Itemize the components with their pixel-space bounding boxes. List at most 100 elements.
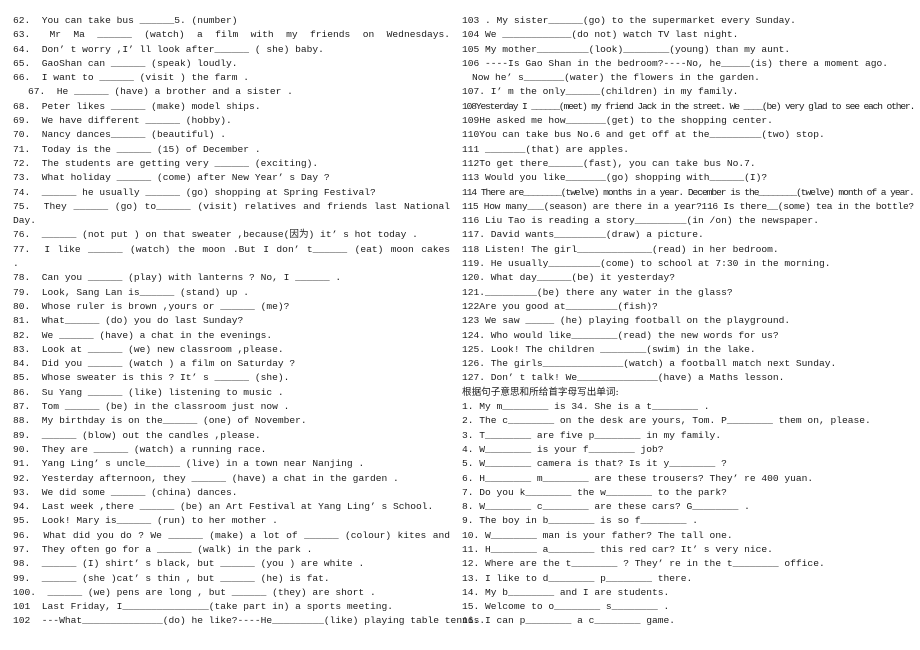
exercise-line: 16. I can p________ a c________ game. (462, 615, 676, 627)
exercise-text: Tom ______ (be) in the classroom just no… (41, 401, 290, 413)
exercise-line: 114 There are________(twelve) months in … (462, 186, 915, 198)
exercise-number: 86. (13, 386, 31, 398)
exercise-text: I like ______ (watch) the moon .But I do… (44, 243, 450, 255)
exercise-text: Day. (13, 215, 37, 227)
exercise-line: 73. What holiday ______ (come) after New… (13, 171, 450, 185)
exercise-line: 6. H________ m________ are these trouser… (462, 472, 814, 484)
right-column-exercises: 103 . My sister______(go) to the superma… (462, 14, 915, 629)
exercise-line: 94. Last week ,there ______ (be) an Art … (13, 500, 450, 514)
exercise-number: 78. (13, 272, 31, 284)
exercise-line: 125. Look! The children ________(swim) i… (462, 343, 756, 355)
exercise-line: 67. He ______ (have) a brother and a sis… (13, 85, 450, 99)
exercise-number: 63. (13, 29, 31, 41)
exercise-number: 92. (13, 472, 31, 484)
exercise-number: 90. (13, 443, 31, 455)
exercise-text: ______ (I) shirt’ s black, but ______ (y… (41, 558, 365, 570)
exercise-text: Today is the ______ (15) of December . (41, 143, 261, 155)
exercise-text: Peter likes ______ (make) model ships. (41, 100, 261, 112)
exercise-text: Last Friday, I_______________(take part … (41, 601, 393, 613)
exercise-text: Look at ______ (we) new classroom ,pleas… (41, 343, 284, 355)
exercise-number: 70. (13, 129, 31, 141)
exercise-line: 100. ______ (we) pens are long , but ___… (13, 586, 450, 600)
exercise-line: 106 ----Is Gao Shan in the bedroom?----N… (462, 57, 889, 69)
exercise-line: 115 How many___(season) are there in a y… (462, 200, 914, 212)
exercise-line: 89. ______ (blow) out the candles ,pleas… (13, 429, 450, 443)
exercise-number: 95. (13, 515, 31, 527)
exercise-line: 15. Welcome to o________ s________ . (462, 601, 670, 613)
exercise-number: 89. (13, 429, 31, 441)
exercise-line: 1. My m________ is 34. She is a t_______… (462, 401, 710, 413)
section-heading: 根据句子意思和所给首字母写出单词: (462, 386, 619, 398)
exercise-text: Don’ t worry ,I’ ll look after______ ( s… (41, 43, 324, 55)
exercise-number: 64. (13, 43, 31, 55)
exercise-line: 91. Yang Ling’ s uncle______ (live) in a… (13, 457, 450, 471)
exercise-number: 83. (13, 343, 31, 355)
exercise-number: 99. (13, 572, 31, 584)
exercise-text: What did you do ? We ______ (make) a lot… (43, 529, 450, 541)
exercise-line: 14. My b________ and I are students. (462, 586, 670, 598)
exercise-line: 82. We ______ (have) a chat in the eveni… (13, 329, 450, 343)
exercise-line: 9. The boy in b________ is so f________ … (462, 515, 699, 527)
exercise-number: 68. (13, 100, 31, 112)
exercise-text: Can you ______ (play) with lanterns ? No… (41, 272, 342, 284)
exercise-text: Look, Sang Lan is______ (stand) up . (41, 286, 250, 298)
exercise-number: 94. (13, 501, 31, 513)
exercise-text: You can take bus ______5. (number) (41, 15, 238, 26)
exercise-number: 85. (13, 372, 31, 384)
exercise-line: 86. Su Yang ______ (like) listening to m… (13, 386, 450, 400)
exercise-text: They often go for a ______ (walk) in the… (41, 543, 313, 555)
exercise-line: 105 My mother_________(look)________(you… (462, 43, 791, 55)
exercise-text: ______ (not put ) on that sweater ,becau… (41, 229, 418, 241)
exercise-line: 66. I want to ______ (visit ) the farm . (13, 71, 450, 85)
left-column-exercises: 62. You can take bus ______5. (number) 63… (13, 14, 485, 629)
exercise-text: Whose sweater is this ? It’ s ______ (sh… (41, 372, 290, 384)
exercise-number: 73. (13, 172, 31, 184)
exercise-line: 62. You can take bus ______5. (number) (13, 14, 450, 28)
exercise-number: 75. (13, 200, 31, 212)
exercise-line: 78. Can you ______ (play) with lanterns … (13, 271, 450, 285)
exercise-text: He ______ (have) a brother and a sister … (56, 86, 293, 98)
exercise-text: We ______ (have) a chat in the evenings. (41, 329, 273, 341)
exercise-text: My birthday is on the______ (one) of Nov… (41, 415, 307, 427)
worksheet-page: 62. You can take bus ______5. (number) 63… (0, 0, 920, 650)
exercise-line: 76. ______ (not put ) on that sweater ,b… (13, 228, 450, 242)
exercise-text: Su Yang ______ (like) listening to music… (41, 386, 284, 398)
exercise-text: The students are getting very ______ (ex… (41, 157, 319, 169)
exercise-line: 92. Yesterday afternoon, they ______ (ha… (13, 472, 450, 486)
exercise-line: 93. We did some ______ (china) dances. (13, 486, 450, 500)
exercise-line: 64. Don’ t worry ,I’ ll look after______… (13, 43, 450, 57)
exercise-line: 118 Listen! The girl_____________(read) … (462, 243, 779, 255)
exercise-number: 69. (13, 115, 31, 127)
exercise-text: I want to ______ (visit ) the farm . (41, 72, 250, 84)
exercise-text: ______ (blow) out the candles ,please. (41, 429, 261, 441)
exercise-text: They ______ (go) to______ (visit) relati… (43, 200, 450, 212)
exercise-line: 108Yesterday I ______(meet) my friend Ja… (462, 100, 915, 112)
exercise-text: Yang Ling’ s uncle______ (live) in a tow… (41, 458, 365, 470)
exercise-line: 96. What did you do ? We ______ (make) a… (13, 529, 450, 543)
exercise-line: 122Are you good at_________(fish)? (462, 300, 658, 312)
exercise-text: We have different ______ (hobby). (41, 115, 232, 127)
exercise-line: 127. Don’ t talk! We______________(have)… (462, 372, 785, 384)
exercise-line: 104 We ____________(do not) watch TV las… (462, 29, 739, 41)
exercise-line: Now he’ s_______(water) the flowers in t… (472, 72, 760, 84)
exercise-number: 88. (13, 415, 31, 427)
exercise-line: 112To get there______(fast), you can tak… (462, 157, 756, 169)
exercise-line: 103 . My sister______(go) to the superma… (462, 15, 796, 26)
exercise-line: 95. Look! Mary is______ (run) to her mot… (13, 514, 450, 528)
exercise-number: 67. (28, 86, 46, 98)
exercise-line: 80. Whose ruler is brown ,yours or _____… (13, 300, 450, 314)
exercise-number: 77. (13, 243, 31, 255)
exercise-text: Did you ______ (watch ) a film on Saturd… (41, 358, 296, 370)
exercise-line: 5. W________ camera is that? Is it y____… (462, 458, 727, 470)
exercise-line: 79. Look, Sang Lan is______ (stand) up . (13, 286, 450, 300)
exercise-line: 97. They often go for a ______ (walk) in… (13, 543, 450, 557)
exercise-text: . (13, 258, 19, 270)
exercise-number: 93. (13, 486, 31, 498)
exercise-line: 63. Mr Ma ______ (watch) a film with my … (13, 28, 450, 42)
exercise-line: 68. Peter likes ______ (make) model ship… (13, 100, 450, 114)
exercise-line: 70. Nancy dances______ (beautiful) . (13, 128, 450, 142)
exercise-number: 66. (13, 72, 31, 84)
exercise-line: . (13, 257, 450, 271)
exercise-text: We did some ______ (china) dances. (41, 486, 238, 498)
exercise-number: 97. (13, 543, 31, 555)
